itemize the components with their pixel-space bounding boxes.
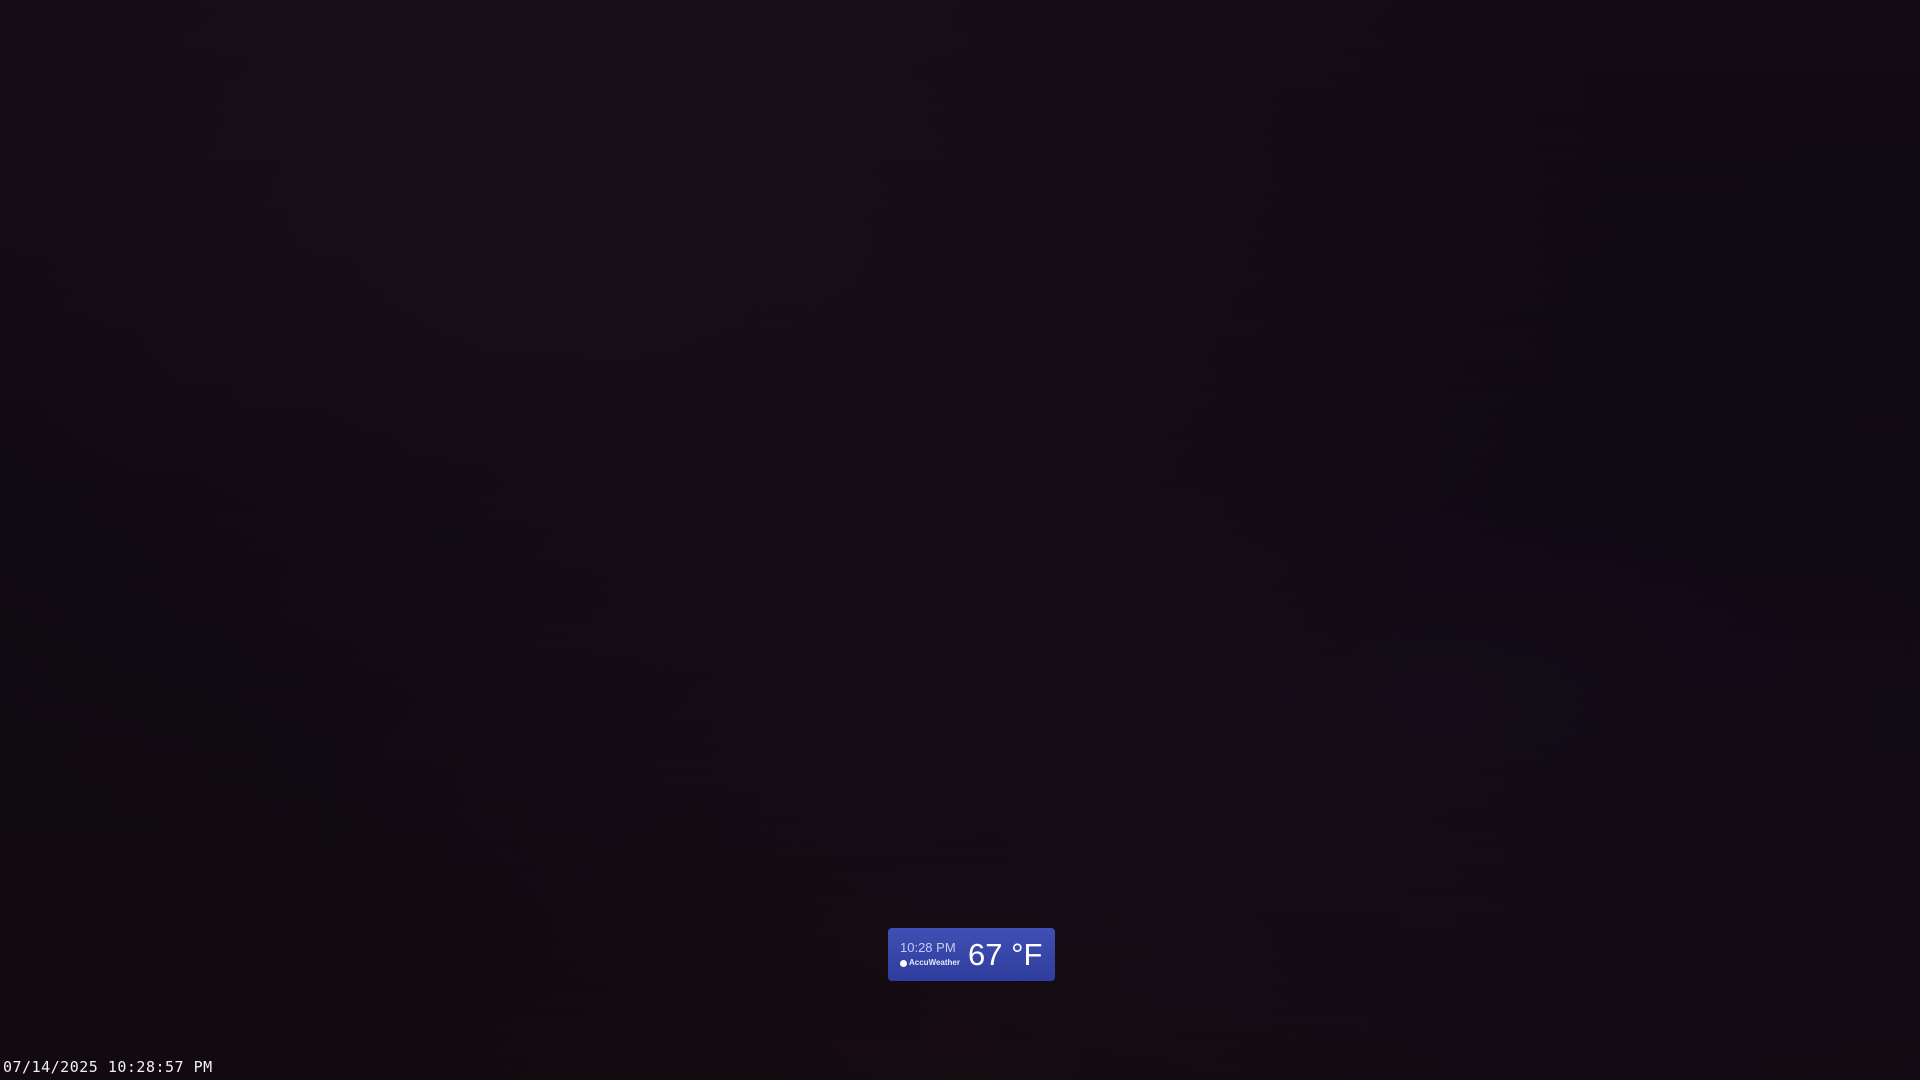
camera-noise	[0, 0, 1920, 1080]
weather-brand: AccuWeather	[900, 958, 970, 968]
camera-feed	[0, 0, 1920, 1080]
accuweather-logo-icon	[900, 959, 907, 967]
weather-widget-info: 10:28 PM AccuWeather	[900, 941, 970, 968]
weather-time: 10:28 PM	[900, 940, 956, 955]
camera-timestamp: 07/14/2025 10:28:57 PM	[3, 1058, 213, 1076]
weather-widget[interactable]: 10:28 PM AccuWeather 67 °F	[888, 928, 1055, 981]
weather-brand-label: AccuWeather	[909, 958, 960, 967]
weather-temperature: 67 °F	[968, 937, 1043, 972]
